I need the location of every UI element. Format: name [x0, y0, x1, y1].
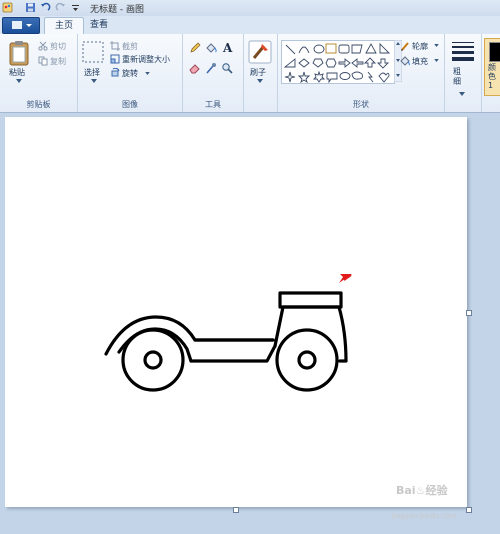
clipboard-group-label: 剪贴板	[26, 100, 51, 109]
watermark-url: jingyan.baidu.com	[392, 512, 457, 520]
eraser-icon[interactable]	[189, 62, 201, 74]
chevron-down-icon[interactable]	[257, 79, 263, 83]
resize-handle-corner[interactable]	[466, 507, 472, 513]
rear-wheel	[121, 328, 185, 392]
resize-handle-bottom[interactable]	[233, 507, 239, 513]
brushes-label[interactable]: 刷子	[250, 67, 266, 78]
tab-home[interactable]: 主页	[44, 17, 84, 34]
tools-group: A 工具	[183, 34, 244, 112]
chevron-down-icon[interactable]	[434, 59, 439, 62]
menu-icon	[12, 21, 22, 29]
line-width-icon[interactable]	[452, 41, 474, 61]
resize-handle-right[interactable]	[466, 310, 472, 316]
paste-label[interactable]: 粘贴	[9, 67, 25, 78]
chevron-down-icon[interactable]	[434, 44, 439, 47]
paste-icon[interactable]	[8, 40, 30, 66]
select-icon[interactable]	[82, 41, 104, 63]
resize-button[interactable]: 重新调整大小	[122, 54, 170, 65]
tools-group-label: 工具	[205, 100, 221, 109]
paint-app-icon[interactable]	[2, 2, 13, 13]
pencil-icon[interactable]	[189, 42, 201, 54]
rear-fender	[104, 315, 275, 356]
size-label[interactable]: 粗细	[453, 67, 464, 87]
fill-button[interactable]: 填充	[412, 56, 428, 67]
resize-icon	[110, 54, 120, 64]
clipboard-group: 粘贴 剪切 复制 剪贴板	[0, 34, 78, 112]
ribbon: 粘贴 剪切 复制 剪贴板 选择 截剪 重新调整大小 旋转 图像 A 工具 刷子	[0, 34, 500, 113]
chevron-down-icon	[26, 24, 32, 27]
image-group-label: 图像	[122, 100, 138, 109]
copy-icon	[38, 56, 48, 66]
cut-button[interactable]: 剪切	[50, 41, 66, 52]
rear-hub	[143, 350, 163, 370]
brushes-group: 刷子	[244, 34, 278, 112]
color1-button[interactable]: 颜色1	[484, 38, 500, 96]
chevron-down-icon[interactable]	[145, 72, 150, 75]
fill-bucket-icon[interactable]	[205, 42, 217, 54]
color1-label: 颜色1	[488, 63, 496, 90]
front-hub	[297, 350, 317, 370]
shapes-group-label: 形状	[353, 100, 369, 109]
chevron-down-icon[interactable]	[91, 79, 97, 83]
undo-icon[interactable]	[40, 2, 51, 13]
paint-menu-button[interactable]	[2, 17, 40, 34]
customize-qat-icon[interactable]	[70, 2, 81, 13]
image-group: 选择 截剪 重新调整大小 旋转 图像	[78, 34, 183, 112]
chevron-down-icon[interactable]	[16, 79, 22, 83]
car-drawing	[104, 274, 352, 392]
shapes-gallery[interactable]	[281, 40, 395, 84]
color1-swatch	[489, 42, 500, 62]
tab-view[interactable]: 查看	[84, 17, 114, 33]
shapes-group: 轮廓 填充 形状	[278, 34, 445, 112]
size-group: 粗细	[445, 34, 482, 112]
cab-roof	[278, 291, 343, 309]
copy-button[interactable]: 复制	[50, 56, 66, 67]
watermark: Bai♨经验	[396, 484, 448, 497]
text-icon[interactable]: A	[221, 41, 234, 54]
rotate-icon	[111, 68, 120, 77]
shapes-gallery-icons	[283, 42, 391, 84]
front-wheel	[275, 328, 339, 392]
brush-icon[interactable]	[248, 40, 272, 64]
canvas-area	[0, 113, 500, 534]
crop-icon	[110, 41, 120, 51]
window-title: 无标题 - 画图	[90, 5, 144, 15]
svg-text:A: A	[222, 41, 233, 54]
outline-button[interactable]: 轮廓	[412, 41, 428, 52]
color-picker-icon[interactable]	[205, 62, 217, 74]
magnifier-icon[interactable]	[221, 62, 233, 74]
save-icon[interactable]	[25, 2, 36, 13]
title-bar: 无标题 - 画图	[0, 0, 500, 17]
color1-group: 颜色1	[482, 34, 500, 112]
fill-icon	[400, 56, 410, 66]
chassis	[189, 344, 277, 363]
chevron-down-icon[interactable]	[459, 92, 465, 96]
scissors-icon	[38, 41, 48, 51]
drawing-canvas[interactable]	[5, 117, 467, 507]
crop-button[interactable]: 截剪	[122, 41, 138, 52]
ribbon-tab-row: 主页 查看	[0, 16, 500, 34]
outline-icon	[401, 42, 409, 51]
rotate-button[interactable]: 旋转	[122, 68, 138, 79]
select-label[interactable]: 选择	[84, 67, 100, 78]
redo-icon[interactable]	[55, 2, 66, 13]
